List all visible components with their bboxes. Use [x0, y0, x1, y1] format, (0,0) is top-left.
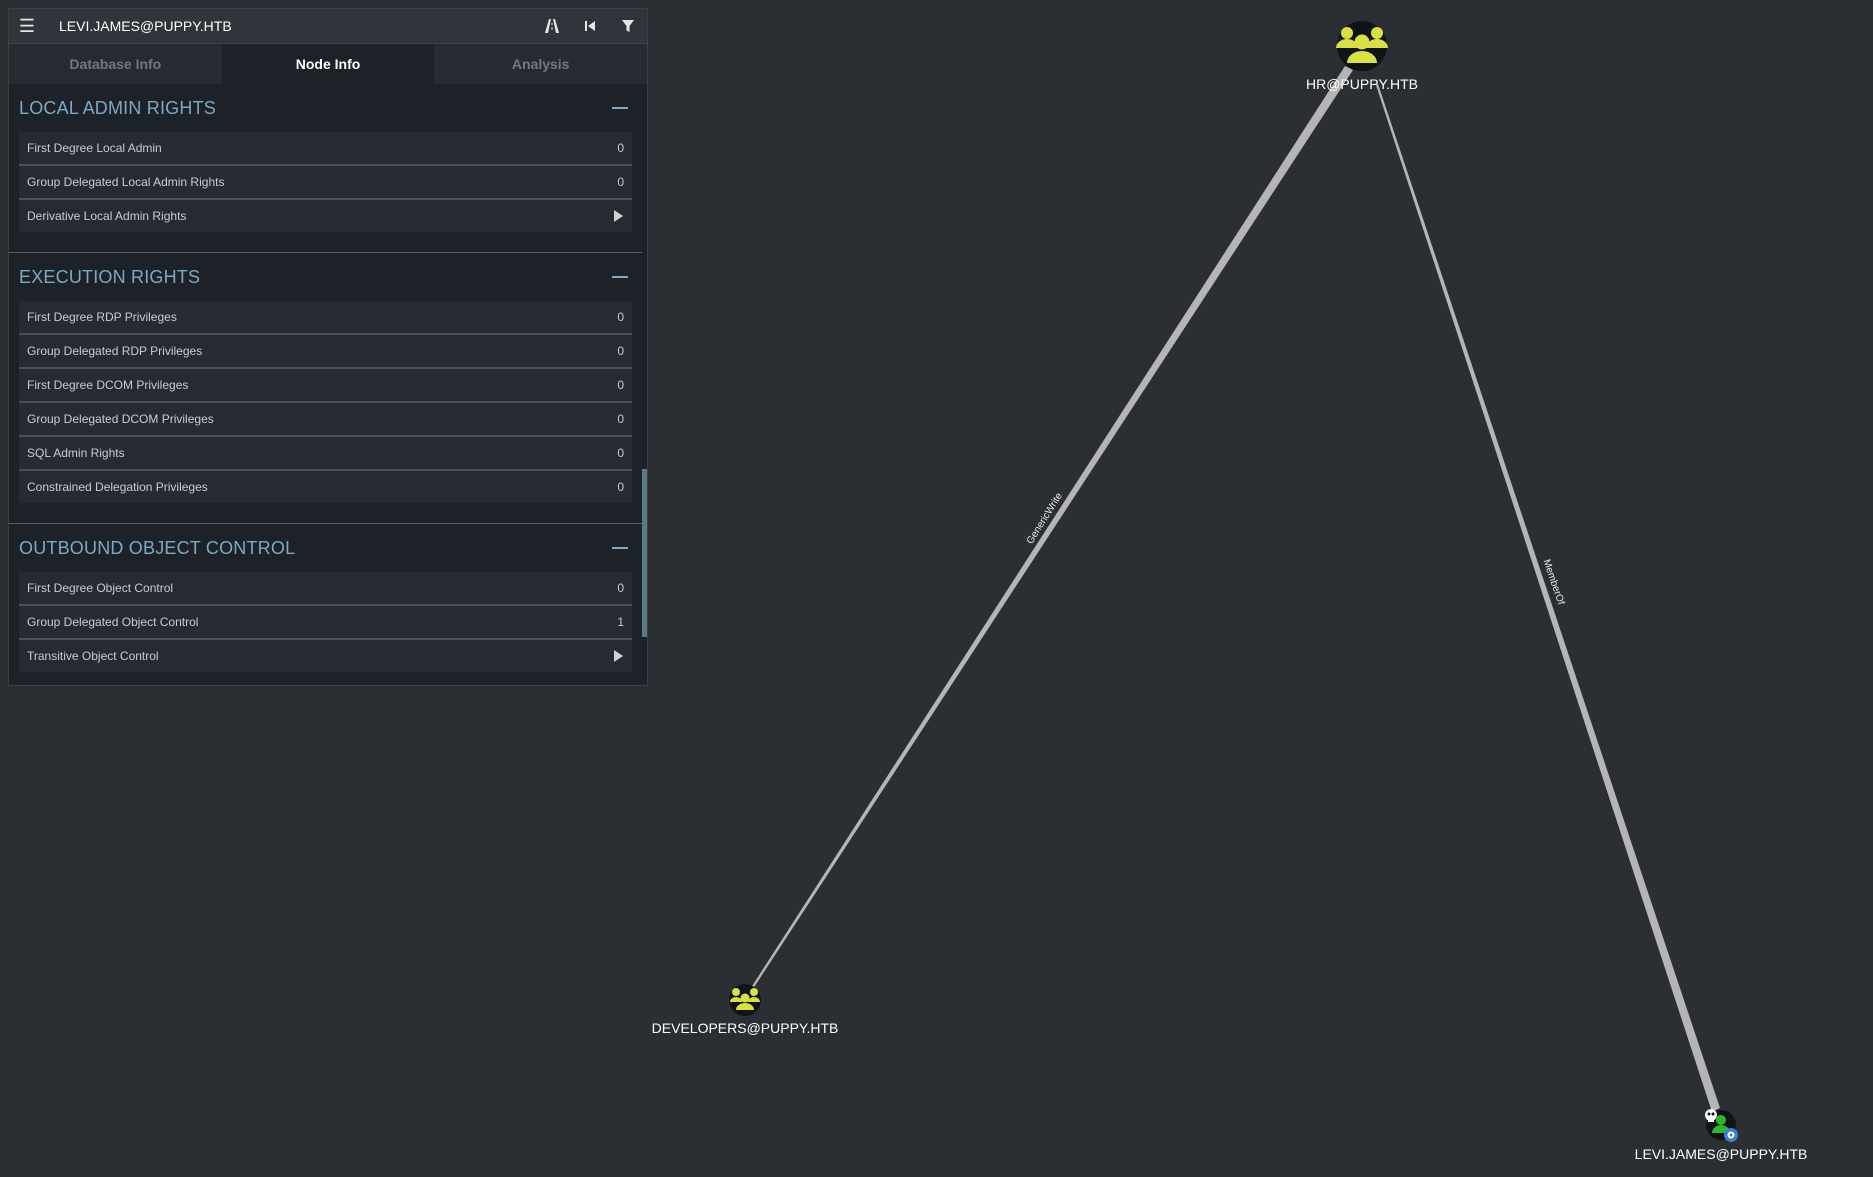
back-button[interactable] — [571, 9, 609, 43]
collapse-button[interactable] — [612, 547, 628, 549]
row-value: 0 — [617, 141, 624, 155]
target-icon — [1724, 1128, 1738, 1142]
row-value: 0 — [617, 581, 624, 595]
edge-genericwrite[interactable]: GenericWrite — [745, 66, 1353, 998]
section-title: OUTBOUND OBJECT CONTROL — [19, 537, 296, 558]
row-label: Transitive Object Control — [27, 649, 159, 663]
list-item[interactable]: Group Delegated Local Admin Rights 0 — [19, 166, 632, 200]
row-label: First Degree Object Control — [27, 581, 174, 595]
hamburger-icon: ☰ — [18, 15, 36, 36]
list-item[interactable]: First Degree Local Admin 0 — [19, 132, 632, 166]
list-item[interactable]: Group Delegated DCOM Privileges 0 — [19, 403, 632, 437]
section-header: OUTBOUND OBJECT CONTROL — [19, 524, 632, 572]
collapse-button[interactable] — [612, 276, 628, 278]
edge-memberof[interactable]: MemberOf — [1376, 84, 1720, 1112]
section-title: LOCAL ADMIN RIGHTS — [19, 97, 216, 118]
node-info-panel: ☰ Database Info Node Info Analysis — [8, 8, 648, 686]
row-label: SQL Admin Rights — [27, 446, 125, 460]
section-header: LOCAL ADMIN RIGHTS — [19, 84, 632, 132]
list-item[interactable]: Derivative Local Admin Rights — [19, 200, 632, 232]
list-item[interactable]: Group Delegated RDP Privileges 0 — [19, 335, 632, 369]
node-levi-james[interactable]: LEVI.JAMES@PUPPY.HTB — [1635, 1109, 1808, 1162]
panel-content: LOCAL ADMIN RIGHTS First Degree Local Ad… — [9, 84, 642, 685]
skip-back-icon — [585, 21, 595, 31]
node-developers[interactable]: DEVELOPERS@PUPPY.HTB — [652, 984, 839, 1036]
list-item[interactable]: Constrained Delegation Privileges 0 — [19, 471, 632, 503]
list-item[interactable]: First Degree Object Control 0 — [19, 572, 632, 606]
row-value: 0 — [617, 446, 624, 460]
node-label-levi-james: LEVI.JAMES@PUPPY.HTB — [1635, 1146, 1808, 1162]
filter-button[interactable] — [609, 9, 647, 43]
row-value: 0 — [617, 412, 624, 426]
search-bar: ☰ — [9, 9, 647, 44]
node-label-hr: HR@PUPPY.HTB — [1306, 76, 1418, 92]
row-label: Group Delegated RDP Privileges — [27, 344, 203, 358]
section-outbound-object-control: OUTBOUND OBJECT CONTROL First Degree Obj… — [9, 524, 642, 672]
row-value: 1 — [617, 615, 624, 629]
list-item[interactable]: First Degree DCOM Privileges 0 — [19, 369, 632, 403]
filter-icon — [622, 20, 634, 32]
road-icon — [545, 19, 559, 33]
row-label: Group Delegated Object Control — [27, 615, 199, 629]
row-label: First Degree Local Admin — [27, 141, 162, 155]
row-value: 0 — [617, 378, 624, 392]
section-execution-rights: EXECUTION RIGHTS First Degree RDP Privil… — [9, 253, 642, 503]
section-local-admin-rights: LOCAL ADMIN RIGHTS First Degree Local Ad… — [9, 84, 642, 232]
node-label-developers: DEVELOPERS@PUPPY.HTB — [652, 1020, 839, 1036]
tab-analysis[interactable]: Analysis — [434, 44, 647, 84]
scrollbar[interactable] — [642, 469, 647, 637]
row-label: Derivative Local Admin Rights — [27, 209, 187, 223]
list-item[interactable]: Transitive Object Control — [19, 640, 632, 672]
hamburger-menu-button[interactable]: ☰ — [9, 9, 45, 43]
row-value: 0 — [617, 310, 624, 324]
play-arrow-icon[interactable] — [614, 210, 623, 222]
list-item[interactable]: SQL Admin Rights 0 — [19, 437, 632, 471]
row-label: Group Delegated DCOM Privileges — [27, 412, 214, 426]
list-item[interactable]: First Degree RDP Privileges 0 — [19, 301, 632, 335]
row-label: Group Delegated Local Admin Rights — [27, 175, 225, 189]
node-search-input[interactable] — [45, 10, 533, 42]
tab-node-info[interactable]: Node Info — [221, 44, 435, 84]
panel-tabs: Database Info Node Info Analysis — [9, 44, 647, 84]
row-label: First Degree RDP Privileges — [27, 310, 177, 324]
play-arrow-icon[interactable] — [614, 650, 623, 662]
row-value: 0 — [617, 480, 624, 494]
node-hr[interactable]: HR@PUPPY.HTB — [1306, 21, 1418, 92]
row-value: 0 — [617, 344, 624, 358]
tab-database-info[interactable]: Database Info — [9, 44, 222, 84]
row-label: First Degree DCOM Privileges — [27, 378, 189, 392]
collapse-button[interactable] — [612, 107, 628, 109]
list-item[interactable]: Group Delegated Object Control 1 — [19, 606, 632, 640]
section-title: EXECUTION RIGHTS — [19, 266, 201, 287]
pathfinding-button[interactable] — [533, 9, 571, 43]
row-label: Constrained Delegation Privileges — [27, 480, 208, 494]
section-header: EXECUTION RIGHTS — [19, 253, 632, 301]
row-value: 0 — [617, 175, 624, 189]
